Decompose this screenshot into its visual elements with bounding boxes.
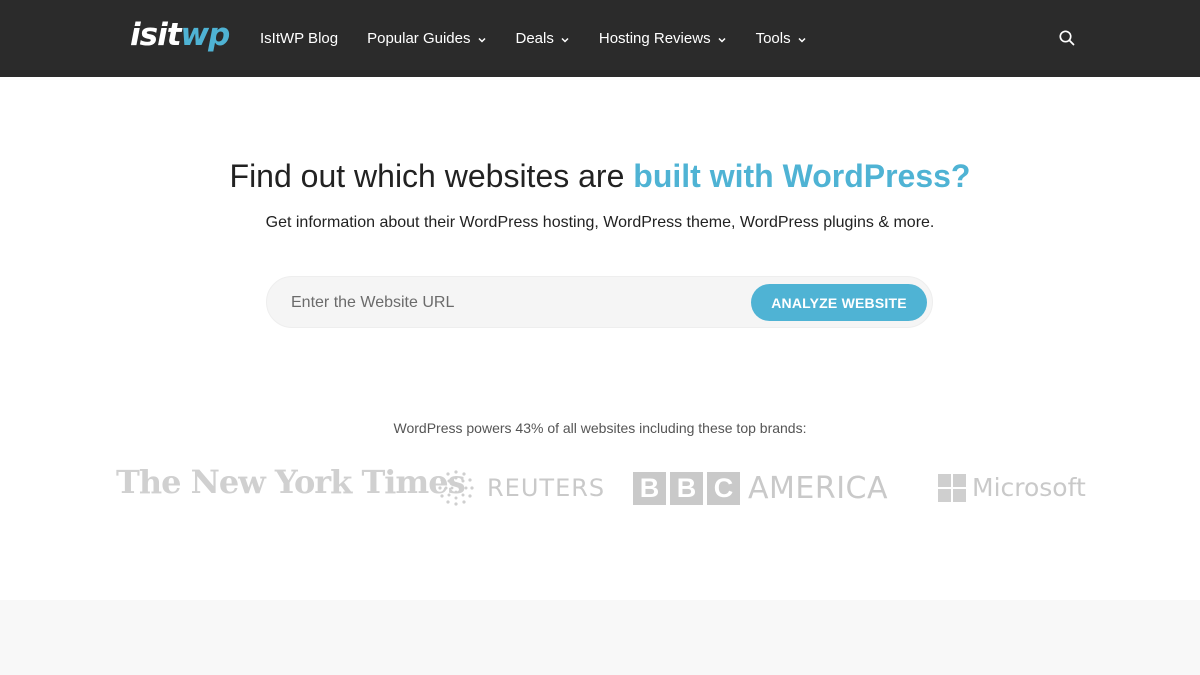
url-search-form: ANALYZE WEBSITE: [266, 276, 933, 328]
nav-item-hosting-reviews[interactable]: Hosting Reviews: [599, 30, 727, 47]
bbc-america-wordmark: AMERICA: [748, 471, 889, 506]
nav-item-label: Tools: [755, 30, 791, 47]
nav-item-tools[interactable]: Tools: [756, 30, 807, 47]
bbc-letter: B: [633, 472, 666, 505]
brands-caption: WordPress powers 43% of all websites inc…: [393, 420, 807, 436]
hero-title-accent: built with WordPress?: [633, 158, 971, 194]
nav-item-label: IsItWP Blog: [260, 30, 339, 47]
hero-subtitle: Get information about their WordPress ho…: [265, 214, 935, 231]
nav-item-label: Popular Guides: [367, 30, 471, 47]
nav-item-deals[interactable]: Deals: [516, 30, 570, 47]
microsoft-wordmark: Microsoft: [972, 473, 1086, 502]
nav-item-label: Hosting Reviews: [598, 30, 711, 47]
nyt-logo: The New York Times: [116, 463, 466, 501]
reuters-wordmark: REUTERS: [487, 474, 606, 502]
reuters-logo: REUTERS: [437, 469, 605, 507]
search-icon[interactable]: [1058, 29, 1076, 47]
nav-item-blog[interactable]: IsItWP Blog: [260, 30, 338, 47]
nav-item-popular-guides[interactable]: Popular Guides: [367, 30, 486, 47]
microsoft-windows-icon: [938, 473, 966, 502]
nav-item-label: Deals: [515, 30, 554, 47]
reuters-dots-icon: [438, 470, 474, 506]
main-nav: IsItWP Blog Popular Guides Deals Hosting…: [260, 0, 836, 77]
next-section-background: [0, 600, 1200, 675]
chevron-down-icon: [477, 37, 486, 43]
microsoft-logo: Microsoft: [938, 473, 1086, 502]
site-logo[interactable]: isitwp: [130, 15, 230, 55]
analyze-website-button[interactable]: ANALYZE WEBSITE: [751, 284, 927, 321]
bbc-letter: C: [707, 472, 740, 505]
hero-title: Find out which websites are built with W…: [0, 155, 1200, 197]
hero-title-plain: Find out which websites are: [229, 158, 634, 194]
website-url-input[interactable]: [289, 289, 743, 317]
chevron-down-icon: [561, 37, 569, 43]
bbc-letter: B: [670, 472, 703, 505]
chevron-down-icon: [718, 37, 726, 43]
chevron-down-icon: [798, 37, 806, 43]
site-header: isitwp IsItWP Blog Popular Guides Deals …: [0, 0, 1200, 77]
bbc-america-logo: B B C AMERICA: [633, 471, 888, 506]
